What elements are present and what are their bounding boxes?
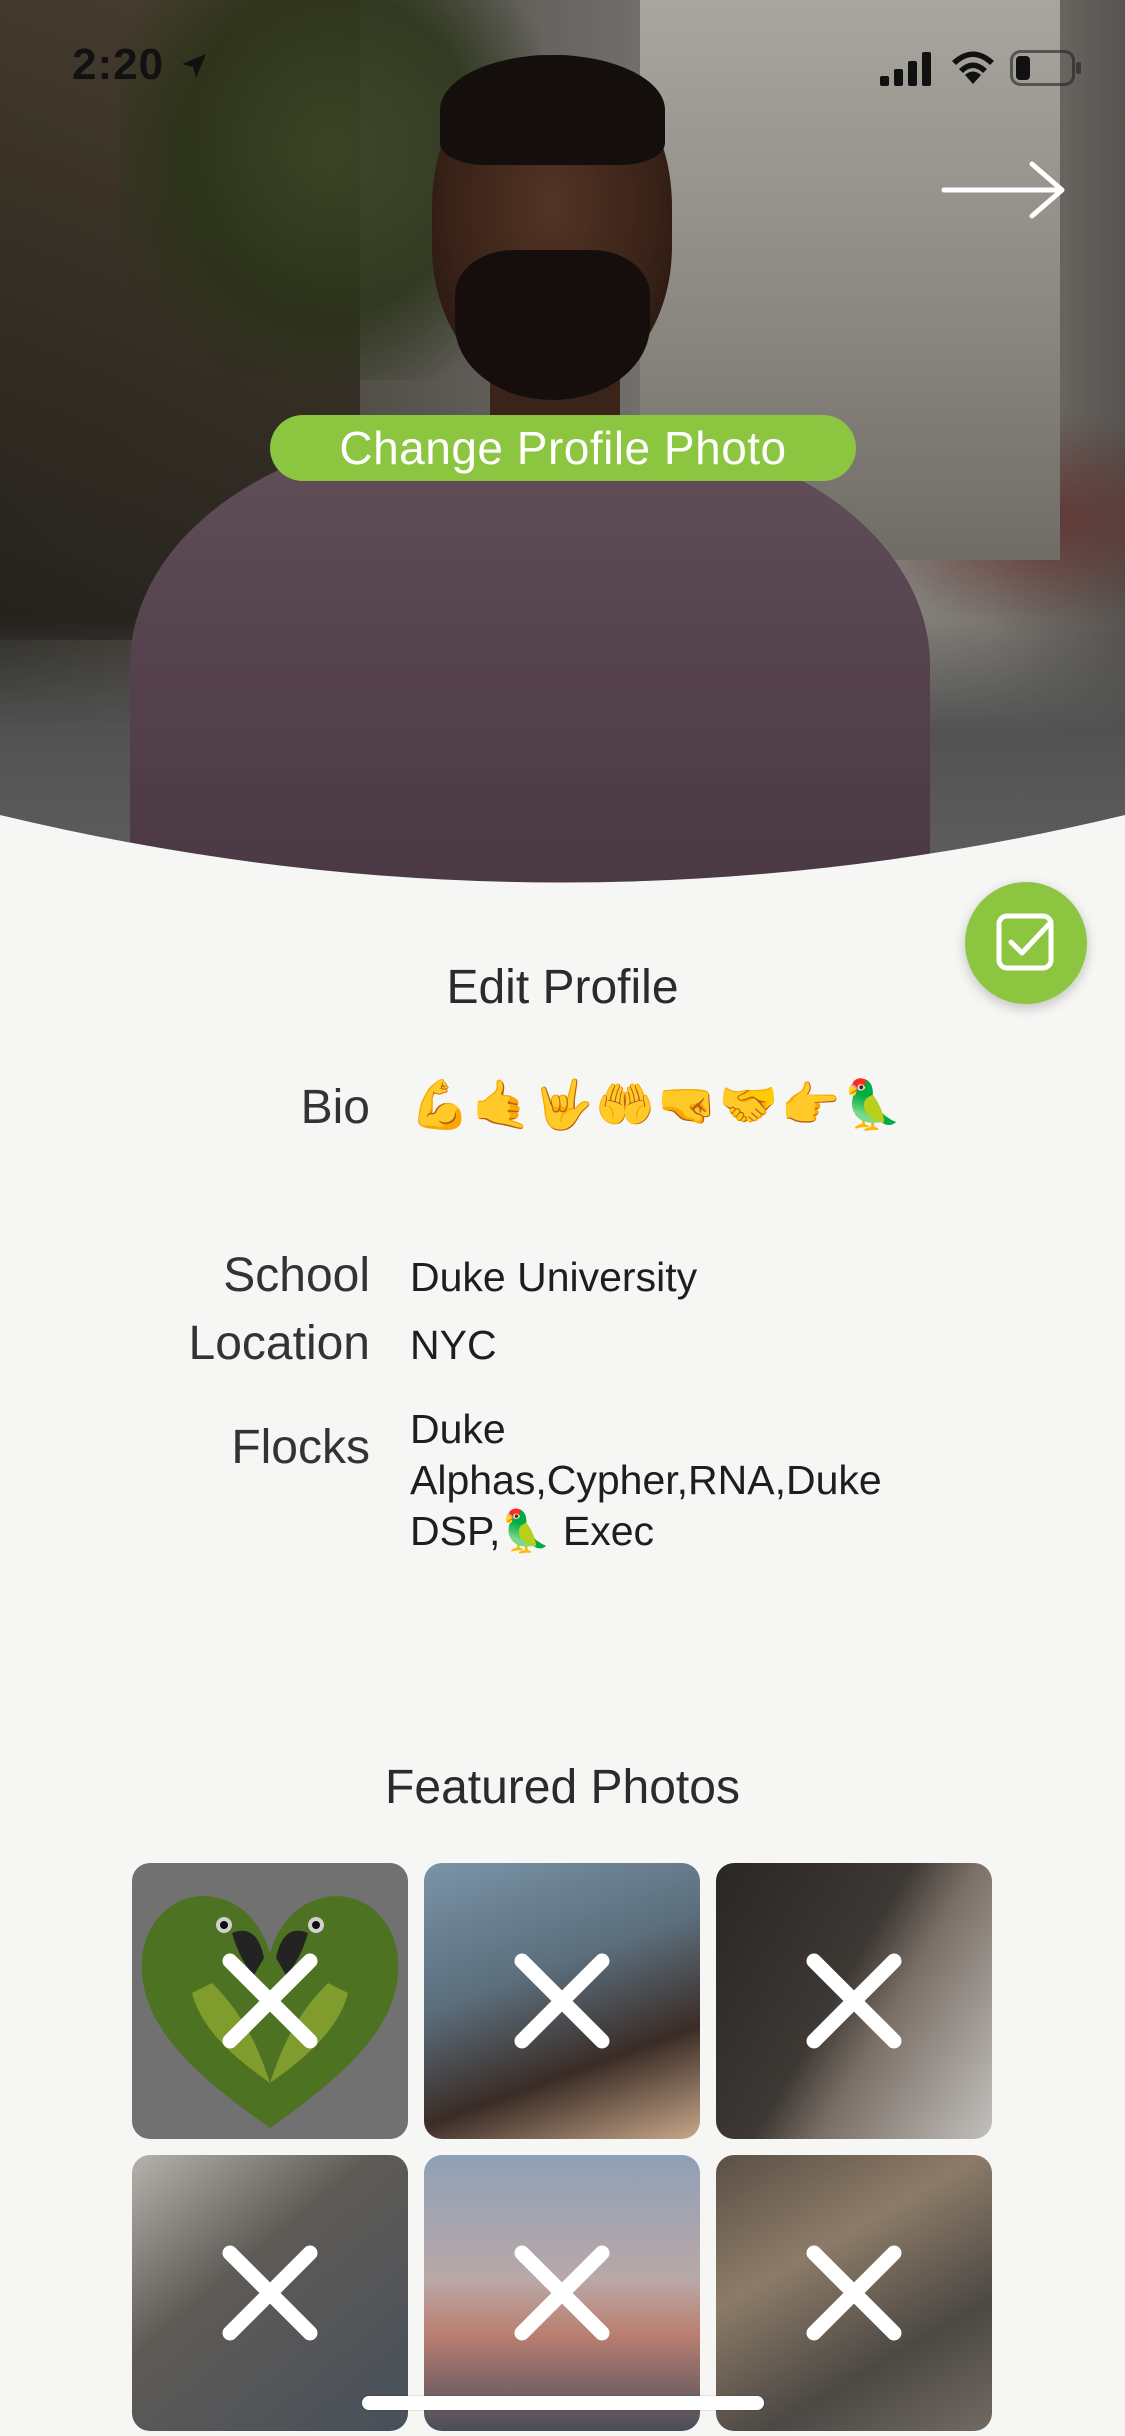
- cellular-signal-icon: [880, 52, 931, 86]
- close-icon[interactable]: [512, 2243, 612, 2343]
- featured-photo[interactable]: [716, 1863, 992, 2139]
- school-label: School: [223, 1249, 370, 1302]
- featured-photo[interactable]: [424, 1863, 700, 2139]
- flocks-label: Flocks: [231, 1421, 370, 1474]
- status-time: 2:20: [72, 40, 165, 89]
- bio-label: Bio: [300, 1081, 370, 1134]
- close-icon[interactable]: [804, 2243, 904, 2343]
- home-indicator[interactable]: [362, 2396, 764, 2410]
- featured-photos-title: Featured Photos: [385, 1761, 740, 1814]
- page-title: Edit Profile: [446, 961, 679, 1014]
- location-value[interactable]: NYC: [410, 1320, 497, 1371]
- school-value[interactable]: Duke University: [410, 1252, 697, 1303]
- close-icon[interactable]: [512, 1951, 612, 2051]
- close-icon[interactable]: [220, 1951, 320, 2051]
- close-icon[interactable]: [220, 2243, 320, 2343]
- wifi-icon: [952, 51, 994, 84]
- status-bar: 2:20: [0, 0, 1125, 132]
- flocks-value[interactable]: Duke Alphas,Cypher,RNA,Duke DSP,🦜 Exec: [410, 1404, 930, 1557]
- battery-icon: [1010, 50, 1081, 86]
- location-label: Location: [188, 1317, 370, 1370]
- change-profile-photo-button[interactable]: Change Profile Photo: [270, 415, 856, 481]
- featured-photo[interactable]: [716, 2155, 992, 2431]
- hero-curve: [0, 815, 1125, 900]
- arrow-right-icon[interactable]: [940, 160, 1070, 220]
- featured-photo[interactable]: [424, 2155, 700, 2431]
- featured-photo[interactable]: [132, 2155, 408, 2431]
- featured-photo[interactable]: [132, 1863, 408, 2139]
- bio-value[interactable]: 💪🤙🤟🤲🤜🤝👉🦜: [410, 1080, 904, 1131]
- close-icon[interactable]: [804, 1951, 904, 2051]
- location-arrow-icon: [182, 54, 206, 78]
